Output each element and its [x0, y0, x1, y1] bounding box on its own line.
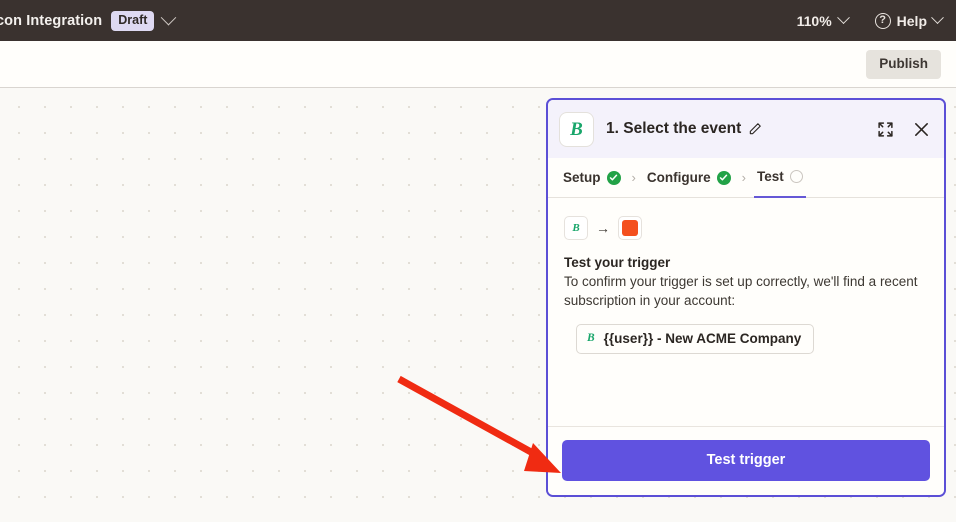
body-heading: Test your trigger [564, 255, 671, 270]
app-logo-b-icon: B [559, 111, 594, 147]
page-title: 1. Select the event [606, 120, 742, 137]
tab-configure[interactable]: Configure [644, 158, 734, 198]
app-pair: B → [564, 216, 928, 240]
app-logo-glyph: B [570, 118, 583, 140]
test-trigger-button[interactable]: Test trigger [562, 440, 930, 481]
test-record-pill[interactable]: B {{user}} - New ACME Company [576, 324, 815, 354]
help-label: Help [896, 12, 927, 29]
check-circle-icon [716, 170, 731, 185]
publish-button[interactable]: Publish [866, 49, 941, 79]
orange-square-app-icon [618, 216, 642, 240]
step-editor-panel: B 1. Select the event Setup › Configure … [546, 98, 946, 497]
step-tabs: Setup › Configure › Test [548, 158, 944, 198]
tab-configure-label: Configure [646, 170, 711, 185]
panel-title-group: 1. Select the event [606, 120, 762, 138]
orange-square-glyph [622, 220, 638, 236]
chevron-down-icon [836, 11, 850, 25]
source-app-glyph: B [572, 221, 580, 234]
tab-setup-label: Setup [563, 170, 601, 185]
panel-footer: Test trigger [548, 426, 944, 495]
tab-test-label: Test [756, 169, 784, 184]
arrow-right-icon: → [596, 220, 610, 236]
top-bar-right-group: 110% ? Help [796, 11, 944, 29]
zoom-level-label: 110% [796, 12, 832, 29]
pencil-icon[interactable] [748, 122, 762, 136]
expand-icon[interactable] [877, 121, 894, 138]
secondary-toolbar: Publish [0, 41, 956, 88]
top-bar: con Integration Draft 110% ? Help [0, 0, 956, 41]
panel-header-actions [877, 121, 930, 138]
help-menu[interactable]: ? Help [874, 11, 944, 29]
app-logo-b-icon: B [564, 216, 588, 240]
chevron-down-icon[interactable] [161, 9, 177, 26]
step-separator: › [631, 170, 636, 185]
app-root: con Integration Draft 110% ? Help Publis… [0, 0, 956, 522]
check-circle-icon [606, 170, 621, 185]
question-circle-icon: ? [874, 12, 891, 29]
top-bar-left-group: con Integration Draft [0, 9, 177, 31]
status-badge[interactable]: Draft [111, 10, 155, 31]
test-record-label: {{user}} - New ACME Company [603, 331, 802, 346]
tab-setup[interactable]: Setup [560, 158, 624, 198]
panel-header: B 1. Select the event [548, 100, 944, 158]
close-icon[interactable] [913, 121, 930, 138]
body-description: To confirm your trigger is set up correc… [564, 274, 918, 308]
chevron-down-icon [931, 11, 944, 25]
zoom-level-control[interactable]: 110% [796, 11, 850, 29]
panel-body: B → Test your trigger To confirm your tr… [548, 198, 944, 426]
empty-circle-icon [789, 170, 803, 183]
app-logo-b-icon: B [587, 331, 595, 344]
tab-test[interactable]: Test [753, 158, 806, 198]
zap-title: con Integration [0, 12, 103, 29]
step-separator: › [741, 170, 746, 185]
